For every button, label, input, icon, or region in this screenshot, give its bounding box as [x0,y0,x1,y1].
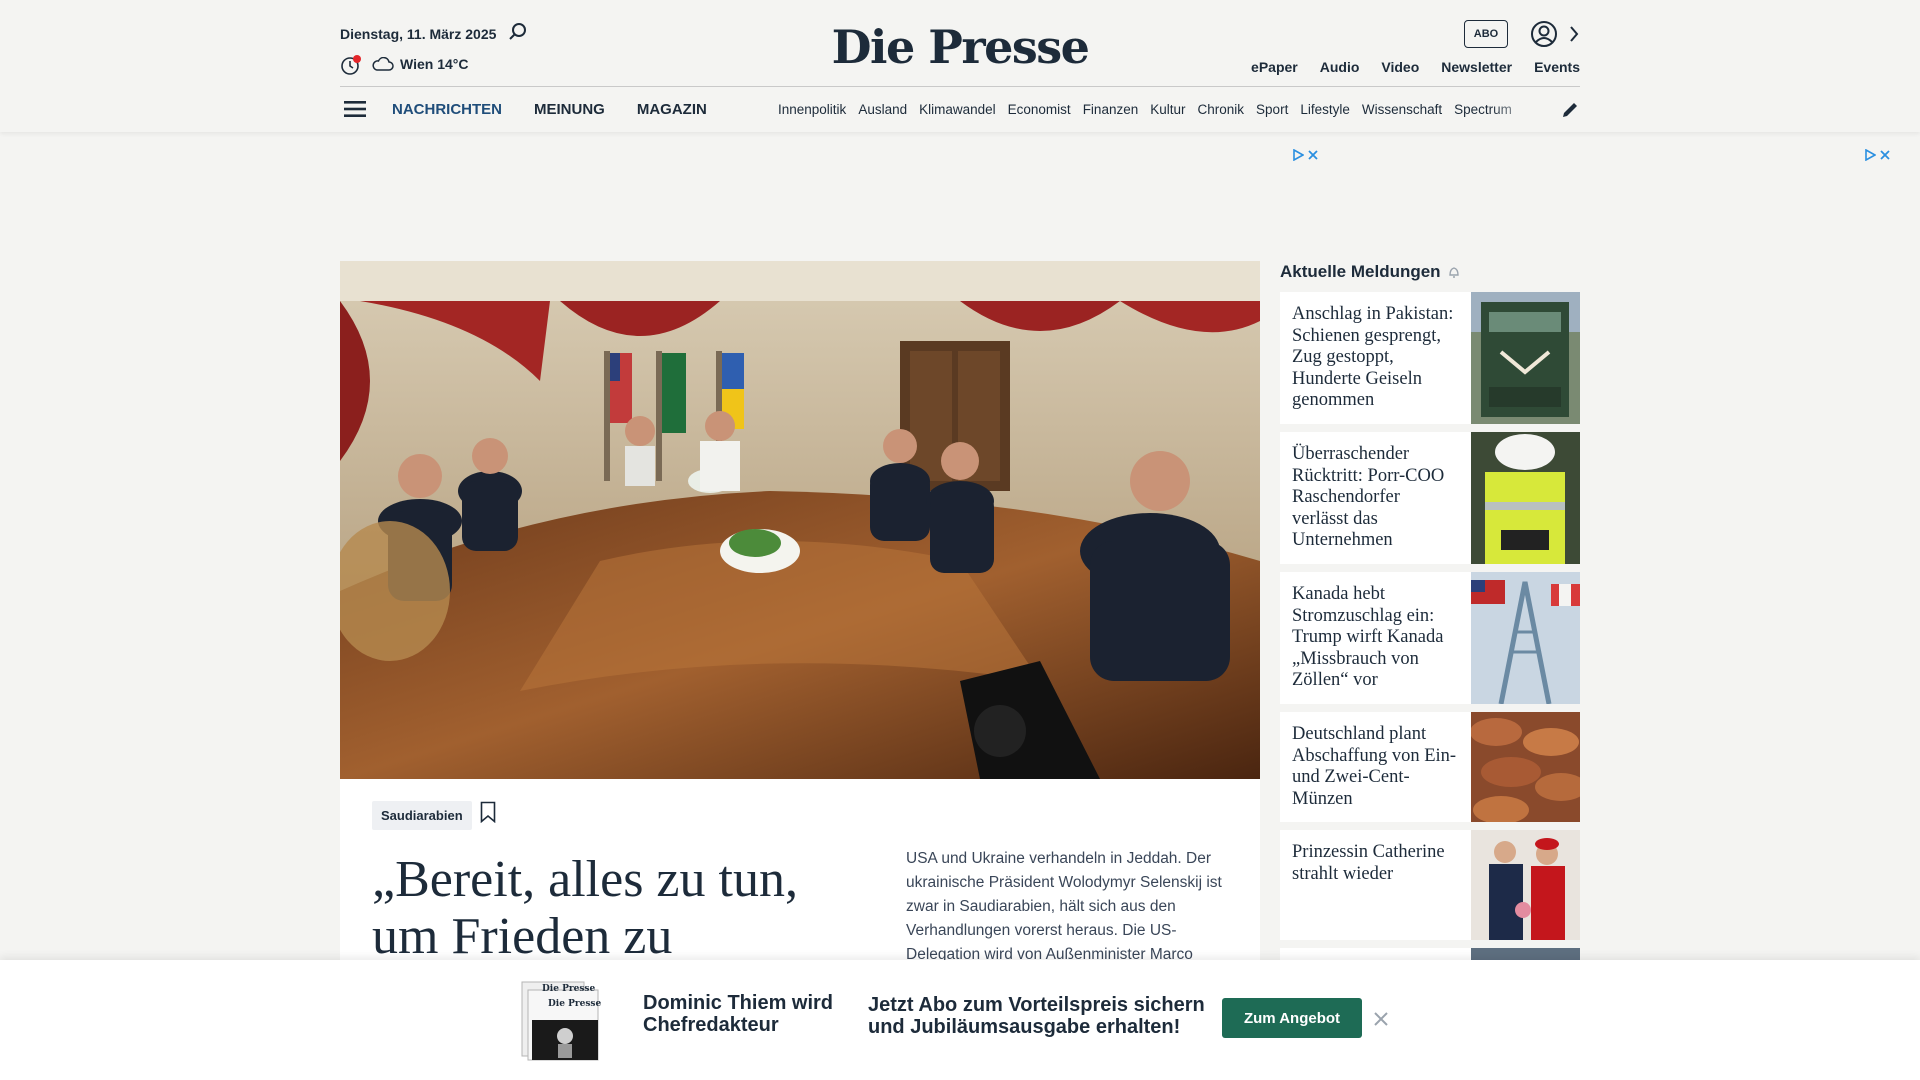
category-tag[interactable]: Saudiarabien [372,801,472,830]
menu-icon[interactable] [344,99,366,119]
news-thumbnail [1471,292,1580,424]
news-item[interactable]: Deutschland plant Abschaffung von Ein- u… [1280,712,1580,822]
hero-image[interactable] [340,261,1260,779]
nav-economist[interactable]: Economist [1008,102,1071,117]
sidebar-title: Aktuelle Meldungen [1280,262,1461,282]
top-links: ePaper Audio Video Newsletter Events [1251,59,1580,75]
header-inner: Dienstag, 11. März 2025 Wien 14°C Die Pr… [340,0,1580,132]
ad-choices-right[interactable] [1865,149,1890,161]
news-thumbnail [1471,830,1580,940]
abo-button[interactable]: ABO [1464,20,1508,48]
nav-meinung[interactable]: MEINUNG [534,101,605,118]
nav-innenpolitik[interactable]: Innenpolitik [778,102,846,117]
close-icon[interactable] [1372,1010,1390,1028]
news-item[interactable]: Anschlag in Pakistan: Schienen gesprengt… [1280,292,1580,424]
ad-choices[interactable] [1293,149,1318,161]
bell-icon[interactable] [1447,265,1461,279]
news-item[interactable]: Kanada hebt Stromzuschlag ein: Trump wir… [1280,572,1580,704]
nav-wissenschaft[interactable]: Wissenschaft [1362,102,1442,117]
nav-chronik[interactable]: Chronik [1198,102,1245,117]
promo-text: Jetzt Abo zum Vorteilspreis sichern und … [868,994,1205,1038]
news-item-title: Überraschender Rücktritt: Porr-COO Rasch… [1292,444,1445,550]
nav-fade [1490,96,1540,126]
bookmark-icon[interactable] [480,801,496,823]
hero-teaser: USA und Ukraine verhandeln in Jeddah. De… [906,850,1222,963]
zum-angebot-button[interactable]: Zum Angebot [1222,998,1362,1038]
newspaper-logo-2: Die Presse [548,999,602,1009]
link-newsletter[interactable]: Newsletter [1441,59,1512,75]
news-item-title: Kanada hebt Stromzuschlag ein: Trump wir… [1292,584,1444,690]
sidebar-title-label: Aktuelle Meldungen [1280,262,1441,281]
news-item[interactable]: Überraschender Rücktritt: Porr-COO Rasch… [1280,432,1580,564]
nav-finanzen[interactable]: Finanzen [1083,102,1139,117]
newspaper-logo: Die Presse [542,984,596,994]
main-nav: NACHRICHTEN MEINUNG MAGAZIN [392,101,707,118]
site-header: Dienstag, 11. März 2025 Wien 14°C Die Pr… [0,0,1920,132]
chevron-right-icon[interactable] [1568,24,1580,44]
news-item[interactable]: Prinzessin Catherine strahlt wieder [1280,830,1580,940]
ad-play-icon [1293,149,1304,161]
link-events[interactable]: Events [1534,59,1580,75]
close-icon[interactable] [1308,150,1318,160]
link-audio[interactable]: Audio [1320,59,1360,75]
news-thumbnail [1471,572,1580,704]
link-epaper[interactable]: ePaper [1251,59,1298,75]
news-thumbnail [1471,432,1580,564]
ad-play-icon [1865,149,1876,161]
news-item-title: Anschlag in Pakistan: Schienen gesprengt… [1292,304,1454,410]
nav-ausland[interactable]: Ausland [858,102,907,117]
news-thumbnail [1471,712,1580,822]
subscription-promo: Die Presse Die Presse Dominic Thiem wird… [0,960,1920,1080]
user-icon[interactable] [1530,20,1558,48]
promo-title: Dominic Thiem wird Chefredakteur [643,992,834,1036]
link-video[interactable]: Video [1381,59,1419,75]
news-item-title: Prinzessin Catherine strahlt wieder [1292,842,1445,884]
nav-magazin[interactable]: MAGAZIN [637,101,707,118]
hero-headline[interactable]: „Bereit, alles zu tun, um Frieden zu [372,851,812,965]
header-divider [340,86,1580,87]
nav-lifestyle[interactable]: Lifestyle [1300,102,1350,117]
nav-nachrichten[interactable]: NACHRICHTEN [392,101,502,118]
edit-icon[interactable] [1560,100,1580,120]
close-icon[interactable] [1880,150,1890,160]
news-item-title: Deutschland plant Abschaffung von Ein- u… [1292,724,1457,809]
nav-kultur[interactable]: Kultur [1150,102,1185,117]
nav-klimawandel[interactable]: Klimawandel [919,102,996,117]
nav-sport[interactable]: Sport [1256,102,1288,117]
section-nav: Innenpolitik Ausland Klimawandel Economi… [778,102,1540,117]
